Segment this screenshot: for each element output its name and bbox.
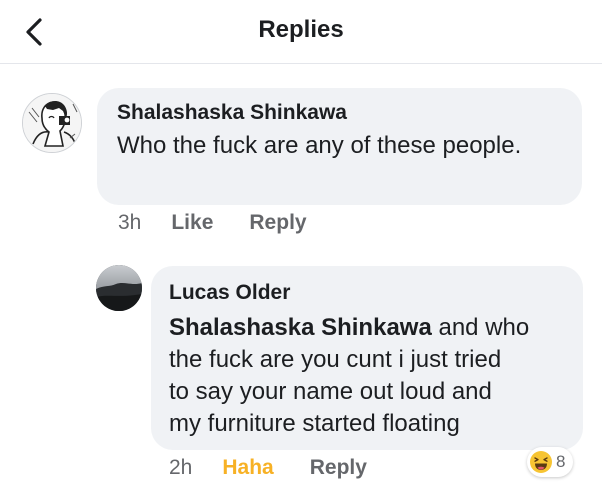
header-bar: Replies	[0, 0, 602, 64]
reply-button[interactable]: Reply	[310, 456, 367, 480]
landscape-photo-icon	[96, 265, 142, 311]
avatar[interactable]	[22, 93, 82, 153]
reply-bubble: Lucas Older Shalashaska Shinkawa and who…	[151, 266, 583, 450]
comment-bubble: Shalashaska Shinkawa Who the fuck are an…	[97, 88, 582, 205]
comment-text: Shalashaska Shinkawa and who the fuck ar…	[169, 312, 565, 440]
like-button[interactable]: Like	[171, 211, 213, 235]
comment-text-line: Shalashaska Shinkawa and who	[169, 312, 565, 344]
comment-timestamp[interactable]: 3h	[118, 211, 141, 235]
comment-text-fragment: and who	[431, 314, 530, 341]
reaction-summary[interactable]: 8	[527, 447, 574, 477]
reply-button[interactable]: Reply	[249, 211, 306, 235]
reaction-count: 8	[556, 452, 566, 471]
comment-text-line: to say your name out loud and	[169, 378, 492, 405]
page-title: Replies	[258, 16, 344, 43]
comment-actions: 3h Like Reply	[118, 211, 343, 235]
comment-timestamp[interactable]: 2h	[169, 456, 192, 480]
mention-link[interactable]: Shalashaska Shinkawa	[169, 314, 432, 341]
comment-text: Who the fuck are any of these people.	[117, 132, 522, 159]
comment-text-line: my furniture started floating	[169, 410, 460, 437]
sketch-portrait-icon	[23, 94, 81, 152]
comment-actions: 2h Haha Reply	[169, 456, 403, 480]
comment-author[interactable]: Shalashaska Shinkawa	[117, 100, 347, 126]
comment-text-line: the fuck are you cunt i just tried	[169, 346, 502, 373]
avatar[interactable]	[96, 265, 142, 311]
haha-emoji-icon	[530, 451, 552, 473]
comment-author[interactable]: Lucas Older	[169, 280, 290, 306]
haha-reaction-button[interactable]: Haha	[222, 456, 273, 480]
